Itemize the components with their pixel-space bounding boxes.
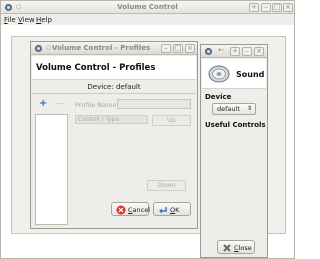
- ok-button[interactable]: OK: [153, 202, 191, 216]
- remove-profile-button[interactable]: —: [56, 100, 64, 108]
- device-text: Device: default: [87, 83, 141, 91]
- main-titlebar[interactable]: ○ Volume Control + – □ ×: [1, 1, 294, 14]
- control-type-column-header[interactable]: Control / Type: [75, 115, 148, 124]
- menu-file[interactable]: File: [4, 16, 16, 24]
- window-menu-button[interactable]: +: [249, 3, 259, 12]
- down-button[interactable]: Down: [147, 180, 186, 191]
- app-icon[interactable]: [204, 47, 213, 56]
- separator: [32, 93, 196, 94]
- useful-controls-label: Useful Controls: [205, 121, 266, 129]
- cancel-rest: ancel: [132, 206, 151, 214]
- profiles-heading: Volume Control - Profiles: [36, 63, 156, 73]
- sound-title: Sound: [236, 70, 265, 79]
- cancel-label: Cancel: [128, 206, 150, 214]
- menu-file-rest: ile: [7, 16, 16, 24]
- minimize-button[interactable]: –: [261, 3, 271, 12]
- close-icon: [223, 244, 231, 252]
- profile-name-label: Profile Name:: [75, 101, 119, 109]
- menu-help-rest: elp: [41, 16, 52, 24]
- profiles-titlebar[interactable]: ○ Volume Control - Profiles – □ ×: [31, 42, 197, 55]
- minimize-button[interactable]: –: [242, 47, 252, 56]
- menu-help[interactable]: Help: [36, 16, 52, 24]
- maximize-button[interactable]: □: [173, 44, 183, 53]
- add-profile-button[interactable]: +: [39, 99, 47, 109]
- sound-header: Sound: [202, 59, 266, 89]
- device-select[interactable]: default ⇕: [212, 103, 256, 115]
- ok-label: OK: [170, 206, 179, 214]
- device-select-value: default: [217, 105, 240, 113]
- window-menu-button[interactable]: +: [230, 47, 240, 56]
- close-button[interactable]: ×: [185, 44, 195, 53]
- profile-name-input[interactable]: [117, 99, 191, 109]
- profile-list[interactable]: [35, 114, 68, 225]
- close-label: Close: [234, 244, 252, 252]
- menu-view-rest: iew: [22, 16, 35, 24]
- back-button[interactable]: ←: [216, 47, 226, 56]
- cancel-icon: [116, 205, 126, 215]
- sound-window: ← + – × Sound Device default ⇕ Useful Co…: [200, 44, 268, 258]
- ok-rest: K: [175, 206, 180, 214]
- speaker-icon: [208, 65, 230, 83]
- select-arrows-icon: ⇕: [246, 105, 252, 112]
- profiles-dialog: ○ Volume Control - Profiles – □ × Volume…: [30, 41, 198, 229]
- menubar: File View Help: [1, 14, 294, 25]
- profiles-dialog-title: Volume Control - Profiles: [51, 44, 151, 52]
- close-button[interactable]: ×: [254, 47, 264, 56]
- close-button[interactable]: ×: [283, 3, 293, 12]
- menu-view[interactable]: View: [18, 16, 35, 24]
- ok-icon: [159, 207, 167, 214]
- device-label: Device: [205, 93, 232, 101]
- maximize-button[interactable]: □: [272, 3, 282, 12]
- up-button[interactable]: Up: [152, 115, 191, 126]
- cancel-button[interactable]: Cancel: [111, 202, 150, 216]
- sound-titlebar[interactable]: ← + – ×: [201, 45, 267, 58]
- minimize-button[interactable]: –: [161, 44, 171, 53]
- profiles-header: Volume Control - Profiles: [32, 56, 196, 80]
- close-rest: lose: [238, 244, 252, 252]
- close-button[interactable]: Close: [217, 240, 255, 254]
